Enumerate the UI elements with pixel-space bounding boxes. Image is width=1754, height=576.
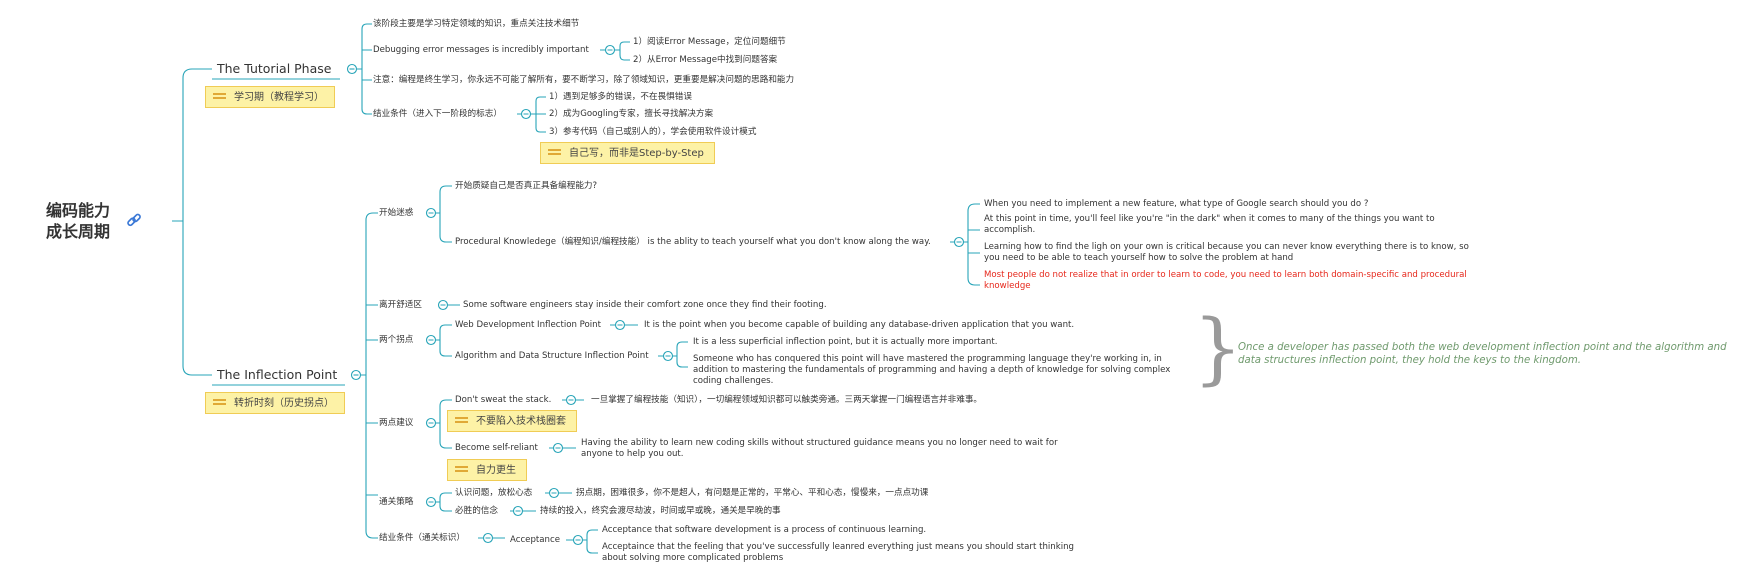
topic-grad-2[interactable]: 2）成为Googling专家，擅长寻找解决方案 bbox=[549, 108, 713, 120]
note-inflection-label: 转折时刻（历史拐点） bbox=[234, 398, 334, 409]
root-branch-connector bbox=[172, 68, 212, 376]
topic-strategy[interactable]: 通关策略 bbox=[379, 496, 413, 508]
topic-tutorial-focus[interactable]: 该阶段主要是学习特定领域的知识，重点关注技术细节 bbox=[373, 18, 579, 30]
note-stack-label: 不要陷入技术栈圈套 bbox=[476, 416, 566, 427]
topic-web-point[interactable]: Web Development Inflection Point bbox=[455, 319, 601, 331]
note-icon bbox=[213, 399, 226, 409]
topic-procedural[interactable]: Procedural Knowledege（编程知识/编程技能） is the … bbox=[455, 236, 931, 248]
note-grad-label: 自己写，而非是Step-by-Step bbox=[569, 148, 704, 159]
note-self-label: 自力更生 bbox=[476, 465, 516, 476]
topic-grad-3[interactable]: 3）参考代码（自己或别人的），学会使用软件设计模式 bbox=[549, 126, 756, 138]
note-icon bbox=[213, 93, 226, 103]
topic-grad-1[interactable]: 1）遇到足够多的错误，不在畏惧错误 bbox=[549, 91, 692, 103]
topic-inflection-point[interactable]: The Inflection Point bbox=[217, 367, 337, 382]
root-title-line2: 成长周期 bbox=[46, 222, 111, 241]
topic-debug-1[interactable]: 1）阅读Error Message，定位问题细节 bbox=[633, 36, 786, 48]
root-topic[interactable]: 编码能力 成长周期 bbox=[46, 200, 110, 242]
topic-doubt[interactable]: 开始质疑自己是否真正具备编程能力? bbox=[455, 180, 597, 192]
topic-advice[interactable]: 两点建议 bbox=[379, 417, 413, 429]
summary-brace: } bbox=[1193, 304, 1243, 394]
note-self[interactable]: 自力更生 bbox=[447, 459, 527, 481]
topic-comfort-text[interactable]: Some software engineers stay inside thei… bbox=[463, 299, 827, 311]
topic-web-text[interactable]: It is the point when you become capable … bbox=[644, 319, 1074, 331]
topic-debug-2[interactable]: 2）从Error Message中找到问题答案 bbox=[633, 54, 777, 66]
summary-two-points[interactable]: Once a developer has passed both the web… bbox=[1238, 341, 1738, 367]
topic-acceptance-2[interactable]: Acceptaince that the feeling that you've… bbox=[602, 542, 1092, 564]
topic-strategy-1[interactable]: 认识问题，放松心态 bbox=[455, 487, 532, 499]
topic-algo-point[interactable]: Algorithm and Data Structure Inflection … bbox=[455, 350, 649, 362]
note-icon bbox=[455, 466, 468, 476]
topic-self-reliant[interactable]: Become self-reliant bbox=[455, 442, 538, 454]
topic-two-points[interactable]: 两个拐点 bbox=[379, 334, 413, 346]
topic-tutorial-graduation[interactable]: 结业条件（进入下一阶段的标志） bbox=[373, 108, 502, 120]
note-icon bbox=[548, 149, 561, 159]
root-title-line1: 编码能力 bbox=[46, 201, 111, 220]
topic-procedural-4[interactable]: Most people do not realize that in order… bbox=[984, 270, 1484, 292]
topic-comfort-zone[interactable]: 离开舒适区 bbox=[379, 299, 422, 311]
topic-stack-text[interactable]: 一旦掌握了编程技能（知识），一切编程领域知识都可以触类旁通。三两天掌握一门编程语… bbox=[591, 394, 982, 406]
note-stack[interactable]: 不要陷入技术栈圈套 bbox=[447, 410, 577, 432]
topic-procedural-2[interactable]: At this point in time, you'll feel like … bbox=[984, 214, 1474, 236]
note-tutorial[interactable]: 学习期（教程学习） bbox=[205, 86, 335, 108]
topic-procedural-3[interactable]: Learning how to find the ligh on your ow… bbox=[984, 242, 1484, 264]
note-grad[interactable]: 自己写，而非是Step-by-Step bbox=[540, 142, 715, 164]
note-tutorial-label: 学习期（教程学习） bbox=[234, 92, 324, 103]
topic-strategy-2[interactable]: 必胜的信念 bbox=[455, 505, 498, 517]
link-icon[interactable] bbox=[126, 212, 142, 228]
topic-acceptance[interactable]: Acceptance bbox=[510, 534, 560, 546]
topic-tutorial-phase[interactable]: The Tutorial Phase bbox=[217, 61, 331, 76]
topic-acceptance-1[interactable]: Acceptance that software development is … bbox=[602, 524, 926, 536]
topic-debugging[interactable]: Debugging error messages is incredibly i… bbox=[373, 44, 589, 56]
note-inflection[interactable]: 转折时刻（历史拐点） bbox=[205, 392, 345, 414]
topic-note-lifelong[interactable]: 注意：编程是终生学习，你永远不可能了解所有，要不断学习，除了领域知识，更重要是解… bbox=[373, 74, 794, 86]
topic-procedural-1[interactable]: When you need to implement a new feature… bbox=[984, 198, 1368, 210]
topic-strategy-1-text[interactable]: 拐点期，困难很多，你不是超人，有问题是正常的，平常心、平和心态，慢慢来，一点点功… bbox=[576, 487, 928, 499]
topic-algo-1[interactable]: It is a less superficial inflection poin… bbox=[693, 336, 997, 348]
note-icon bbox=[455, 417, 468, 427]
topic-strategy-2-text[interactable]: 持续的投入，终究会渡尽劫波，时间或早或晚，通关是早晚的事 bbox=[540, 505, 781, 517]
topic-grad-inflection[interactable]: 结业条件（通关标识） bbox=[379, 532, 465, 544]
topic-self-text[interactable]: Having the ability to learn new coding s… bbox=[581, 438, 1091, 460]
topic-confused[interactable]: 开始迷惑 bbox=[379, 207, 413, 219]
topic-stack[interactable]: Don't sweat the stack. bbox=[455, 394, 551, 406]
topic-algo-2[interactable]: Someone who has conquered this point wil… bbox=[693, 354, 1189, 387]
